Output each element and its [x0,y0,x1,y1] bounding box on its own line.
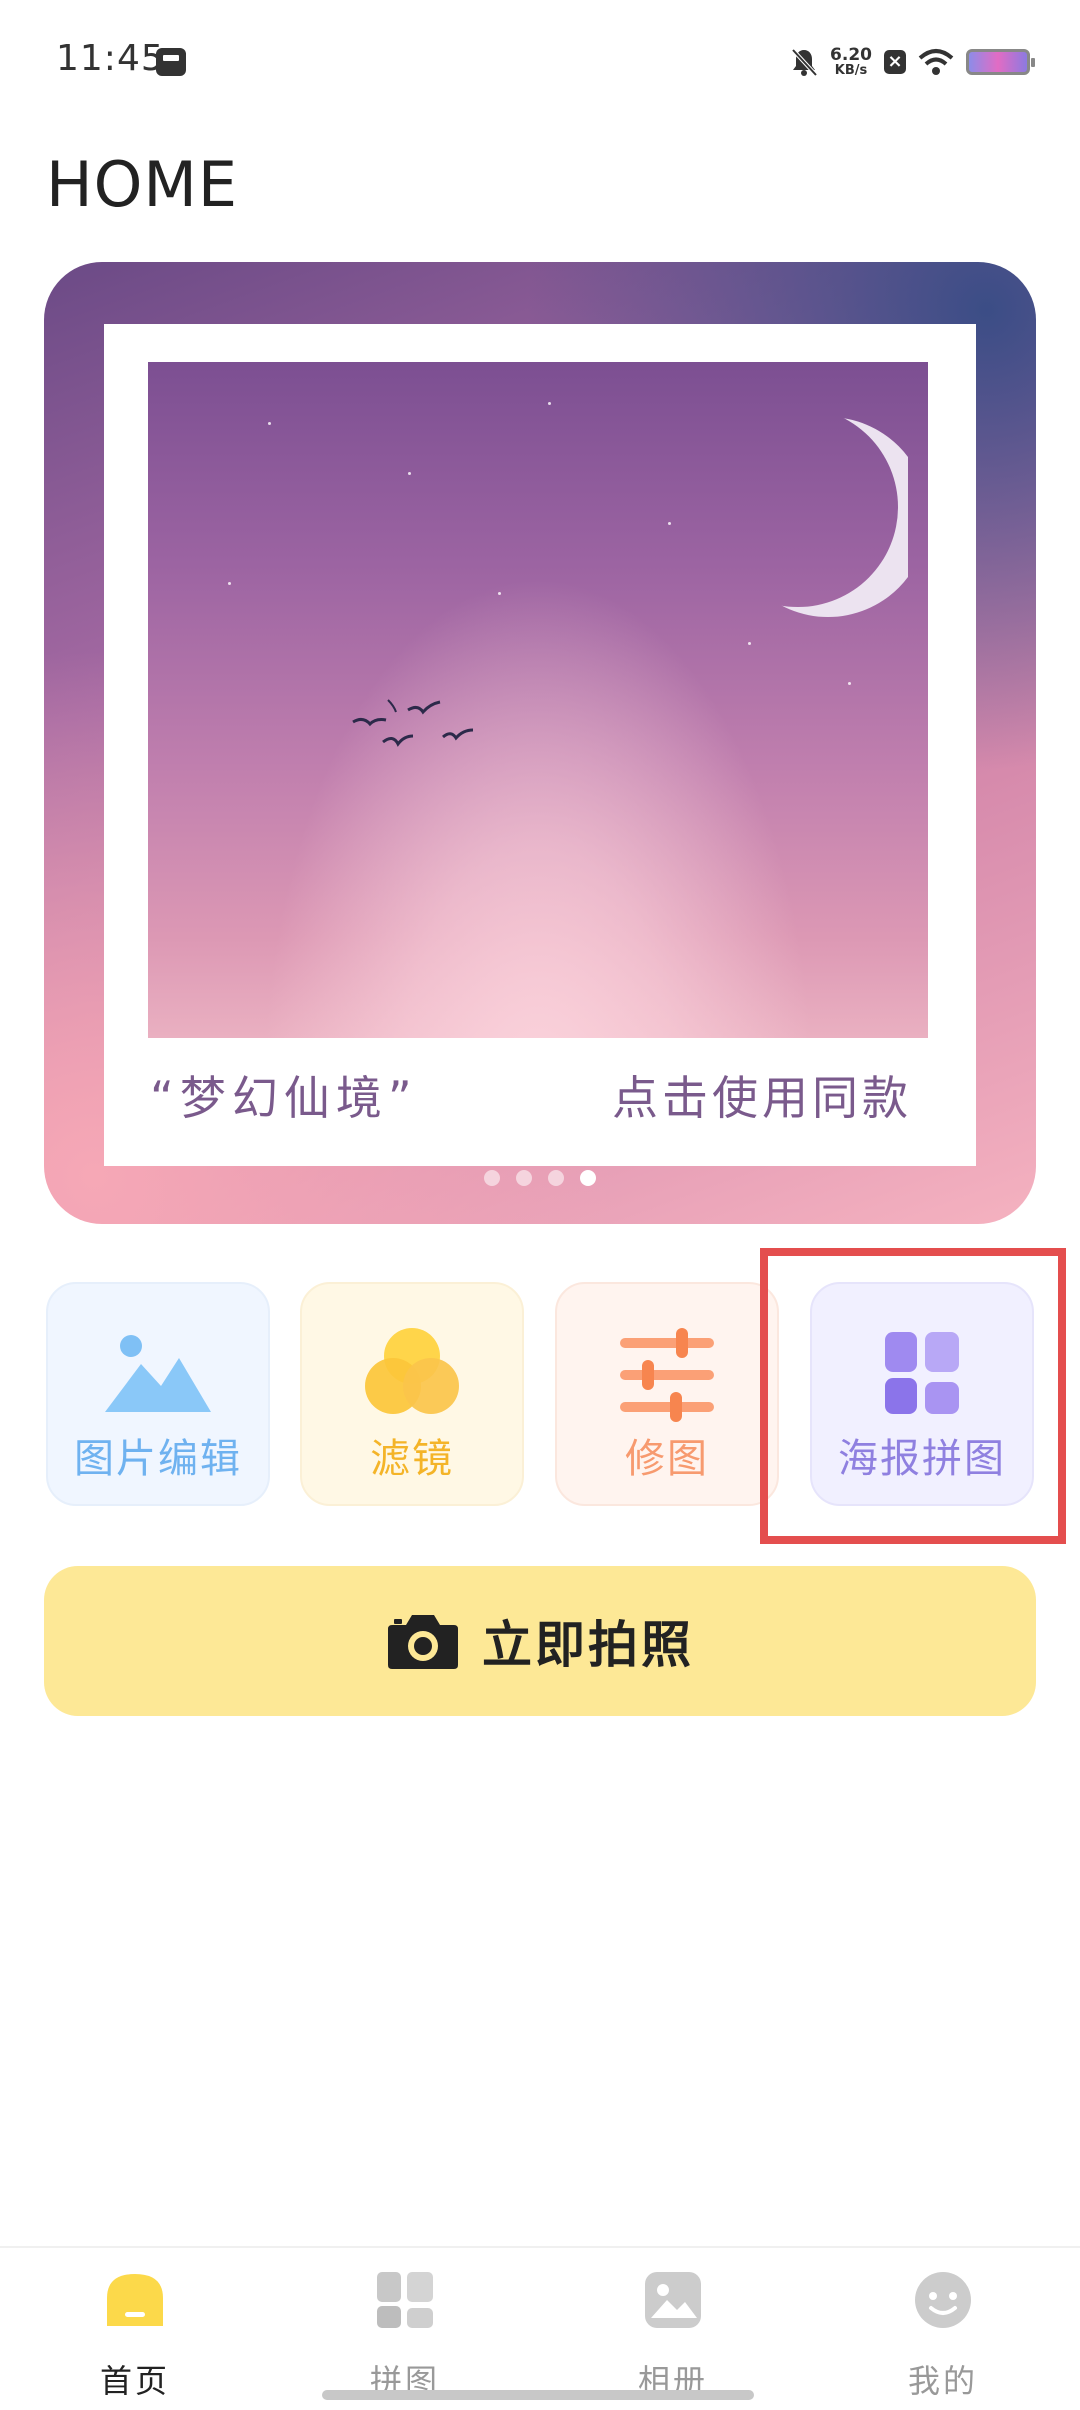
feature-label: 修图 [625,1436,709,1482]
album-icon [645,2272,701,2328]
collage-icon [377,2272,433,2328]
carousel-indicator [44,1170,1036,1186]
gesture-home-indicator[interactable] [322,2390,754,2400]
wifi-icon [918,49,954,75]
home-icon [107,2274,163,2326]
nav-label: 首页 [99,2362,170,2400]
feature-label: 图片编辑 [74,1436,242,1482]
filter-circles-icon [365,1328,459,1414]
banner-photo [148,362,928,1038]
sliders-icon [620,1328,714,1422]
mountain-image-icon [105,1335,211,1412]
network-speed-unit: KB/s [834,63,868,78]
status-time: 11:45 [56,38,165,79]
nav-profile[interactable]: 我的 [853,2268,1033,2400]
carousel-dot[interactable] [484,1170,500,1186]
feature-label: 滤镜 [370,1436,454,1482]
no-sim-icon: × [884,50,906,74]
feature-retouch-button[interactable]: 修图 [555,1282,779,1506]
use-template-link[interactable]: 点击使用同款 [612,1062,912,1128]
carousel-dot[interactable] [516,1170,532,1186]
highlight-box [760,1248,1066,1544]
status-bar: 11:45 6.20 KB/s × [0,0,1080,126]
carousel-dot[interactable] [548,1170,564,1186]
crescent-moon-icon [758,417,908,617]
feature-filter-button[interactable]: 滤镜 [300,1282,524,1506]
take-photo-button[interactable]: 立即拍照 [44,1566,1036,1716]
network-speed-value: 6.20 [830,45,872,65]
template-name: “梦幻仙境” [150,1071,418,1125]
camera-icon [388,1615,458,1669]
carousel-dot-active[interactable] [580,1170,596,1186]
nav-home[interactable]: 首页 [45,2268,225,2400]
birds-icon [352,699,474,747]
mute-bell-icon [791,48,818,77]
bottom-navigation: 首页 拼图 相册 我的 [0,2246,1080,2410]
status-icons: 6.20 KB/s × [790,40,1035,84]
profile-icon [915,2272,971,2328]
polaroid-frame: “梦幻仙境” 点击使用同款 [104,324,976,1166]
notification-app-icon [156,48,186,76]
nav-collage[interactable]: 拼图 [315,2268,495,2400]
feature-image-edit-button[interactable]: 图片编辑 [46,1282,270,1506]
take-photo-label: 立即拍照 [482,1616,694,1674]
network-speed: 6.20 KB/s [830,46,872,78]
page-title: HOME [46,148,239,221]
battery-icon [966,49,1035,75]
featured-template-banner[interactable]: “梦幻仙境” 点击使用同款 [44,262,1036,1224]
nav-label: 我的 [907,2362,978,2400]
nav-album[interactable]: 相册 [583,2268,763,2400]
